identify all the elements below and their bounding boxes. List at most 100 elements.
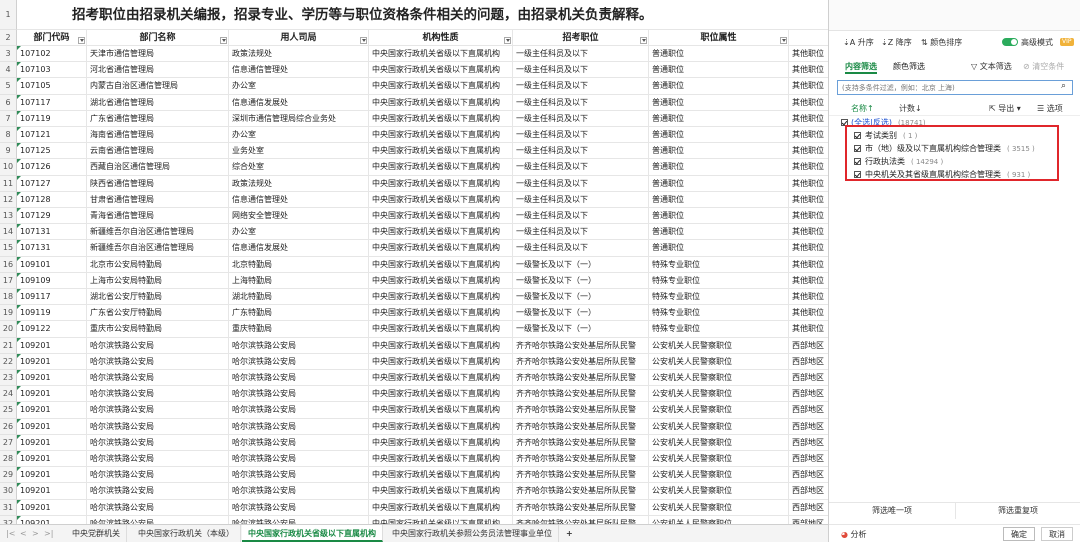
table-cell[interactable]: 西部地区 <box>789 370 828 385</box>
table-cell[interactable]: 中央国家行政机关省级以下直属机构 <box>369 62 513 78</box>
table-cell[interactable]: 普通职位 <box>649 191 789 207</box>
table-cell[interactable]: 普通职位 <box>649 62 789 78</box>
table-cell[interactable]: 重庆特勤局 <box>229 321 369 337</box>
table-cell[interactable]: 一级主任科员及以下 <box>513 62 649 78</box>
sheet-tab-active[interactable]: 中央国家行政机关省级以下直属机构 <box>242 525 383 542</box>
column-header[interactable]: 机构性质 <box>369 30 513 45</box>
table-cell[interactable]: 重庆市公安局特勤局 <box>87 321 229 337</box>
table-cell[interactable]: 中央国家行政机关省级以下直属机构 <box>369 240 513 256</box>
row-header[interactable]: 9 <box>0 143 17 160</box>
cancel-button[interactable]: 取消 <box>1041 527 1073 541</box>
filter-dropdown-icon[interactable] <box>780 37 787 44</box>
row-header[interactable]: 11 <box>0 175 17 192</box>
table-cell[interactable]: 中央国家行政机关省级以下直属机构 <box>369 499 513 515</box>
row-header[interactable]: 30 <box>0 483 17 500</box>
table-cell[interactable]: 陕西省通信管理局 <box>87 175 229 191</box>
table-cell[interactable]: 普通职位 <box>649 143 789 159</box>
table-cell[interactable]: 107127 <box>17 175 87 191</box>
table-cell[interactable]: 办公室 <box>229 78 369 94</box>
table-cell[interactable]: 109201 <box>17 499 87 515</box>
column-header[interactable]: 用人司局 <box>229 30 369 45</box>
table-cell[interactable]: 哈尔滨铁路公安局 <box>87 386 229 402</box>
table-cell[interactable]: 109119 <box>17 305 87 321</box>
table-cell[interactable]: 普通职位 <box>649 110 789 126</box>
table-cell[interactable]: 一级主任科员及以下 <box>513 159 649 175</box>
table-cell[interactable]: 业务处室 <box>229 143 369 159</box>
row-header[interactable]: 31 <box>0 499 17 516</box>
table-cell[interactable]: 107129 <box>17 208 87 224</box>
table-cell[interactable]: 109201 <box>17 467 87 483</box>
table-cell[interactable]: 齐齐哈尔铁路公安处基层所队民警 <box>513 467 649 483</box>
table-cell[interactable]: 哈尔滨铁路公安局 <box>229 370 369 386</box>
table-cell[interactable]: 一级警长及以下（一） <box>513 289 649 305</box>
table-cell[interactable]: 广东省通信管理局 <box>87 110 229 126</box>
table-cell[interactable]: 哈尔滨铁路公安局 <box>229 515 369 524</box>
table-cell[interactable]: 齐齐哈尔铁路公安处基层所队民警 <box>513 451 649 467</box>
column-header[interactable]: 职位属性 <box>649 30 789 45</box>
row-header[interactable]: 1 <box>0 0 17 30</box>
table-cell[interactable]: 齐齐哈尔铁路公安处基层所队民警 <box>513 483 649 499</box>
table-cell[interactable]: 中央国家行政机关省级以下直属机构 <box>369 483 513 499</box>
table-cell[interactable]: 中央国家行政机关省级以下直属机构 <box>369 353 513 369</box>
search-icon[interactable]: ⌕ <box>1061 81 1066 91</box>
table-cell[interactable]: 其他职位 <box>789 78 828 93</box>
table-cell[interactable]: 上海市公安局特勤局 <box>87 272 229 288</box>
table-cell[interactable]: 中央国家行政机关省级以下直属机构 <box>369 256 513 272</box>
table-cell[interactable]: 哈尔滨铁路公安局 <box>87 418 229 434</box>
table-cell[interactable]: 信息通信管理处 <box>229 191 369 207</box>
table-cell[interactable]: 西部地区 <box>789 500 828 515</box>
table-cell[interactable]: 湖北省通信管理局 <box>87 94 229 110</box>
table-cell[interactable]: 哈尔滨铁路公安局 <box>87 483 229 499</box>
table-cell[interactable]: 109201 <box>17 418 87 434</box>
table-cell[interactable]: 特殊专业职位 <box>649 256 789 272</box>
table-cell[interactable]: 107102 <box>17 46 87 62</box>
row-header[interactable]: 4 <box>0 62 17 79</box>
row-header[interactable]: 12 <box>0 191 17 208</box>
table-cell[interactable]: 齐齐哈尔铁路公安处基层所队民警 <box>513 370 649 386</box>
table-cell[interactable]: 公安机关人民警察职位 <box>649 451 789 467</box>
prev-sheet-button[interactable]: < <box>20 525 27 542</box>
table-cell[interactable]: 中央国家行政机关省级以下直属机构 <box>369 127 513 143</box>
sort-ascending-button[interactable]: ⇣A 升序 <box>843 37 874 48</box>
row-header[interactable]: 15 <box>0 240 17 257</box>
table-cell[interactable]: 中央国家行政机关省级以下直属机构 <box>369 402 513 418</box>
table-cell[interactable]: 中央国家行政机关省级以下直属机构 <box>369 78 513 94</box>
filter-search-input[interactable] <box>837 80 1073 95</box>
table-cell[interactable]: 一级主任科员及以下 <box>513 94 649 110</box>
table-cell[interactable]: 新疆维吾尔自治区通信管理局 <box>87 224 229 240</box>
table-cell[interactable]: 齐齐哈尔铁路公安处基层所队民警 <box>513 499 649 515</box>
table-cell[interactable]: 中央国家行政机关省级以下直属机构 <box>369 272 513 288</box>
table-cell[interactable]: 其他职位 <box>789 257 828 272</box>
table-cell[interactable]: 107126 <box>17 159 87 175</box>
table-cell[interactable]: 其他职位 <box>789 321 828 336</box>
table-cell[interactable]: 齐齐哈尔铁路公安处基层所队民警 <box>513 337 649 353</box>
table-cell[interactable]: 上海特勤局 <box>229 272 369 288</box>
table-cell[interactable]: 北京特勤局 <box>229 256 369 272</box>
table-cell[interactable]: 哈尔滨铁路公安局 <box>87 353 229 369</box>
table-cell[interactable]: 广东省公安厅特勤局 <box>87 305 229 321</box>
table-cell[interactable]: 信息通信管理处 <box>229 62 369 78</box>
table-cell[interactable]: 广东特勤局 <box>229 305 369 321</box>
table-cell[interactable]: 中央国家行政机关省级以下直属机构 <box>369 289 513 305</box>
row-header[interactable]: 13 <box>0 208 17 225</box>
table-cell[interactable]: 中央国家行政机关省级以下直属机构 <box>369 370 513 386</box>
table-cell[interactable]: 公安机关人民警察职位 <box>649 386 789 402</box>
row-header[interactable]: 8 <box>0 127 17 144</box>
sheet-title-cell[interactable]: 招考职位由招录机关编报，招录专业、学历等与职位资格条件相关的问题，由招录机关负责… <box>17 0 828 30</box>
table-cell[interactable]: 西部地区 <box>789 402 828 417</box>
table-cell[interactable]: 一级主任科员及以下 <box>513 46 649 62</box>
table-cell[interactable]: 中央国家行政机关省级以下直属机构 <box>369 143 513 159</box>
table-cell[interactable]: 普通职位 <box>649 208 789 224</box>
analysis-button[interactable]: ◕ 分析 <box>841 529 867 540</box>
table-cell[interactable]: 109201 <box>17 370 87 386</box>
table-cell[interactable]: 哈尔滨铁路公安局 <box>229 467 369 483</box>
table-cell[interactable]: 哈尔滨铁路公安局 <box>229 402 369 418</box>
filter-dropdown-icon[interactable] <box>360 37 367 44</box>
table-cell[interactable]: 一级主任科员及以下 <box>513 191 649 207</box>
table-cell[interactable]: 一级警长及以下（一） <box>513 305 649 321</box>
table-cell[interactable]: 107105 <box>17 78 87 94</box>
table-cell[interactable]: 109201 <box>17 434 87 450</box>
table-cell[interactable]: 中央国家行政机关省级以下直属机构 <box>369 467 513 483</box>
table-cell[interactable]: 政策法规处 <box>229 46 369 62</box>
tab-color-filter[interactable]: 颜色筛选 <box>893 61 925 72</box>
